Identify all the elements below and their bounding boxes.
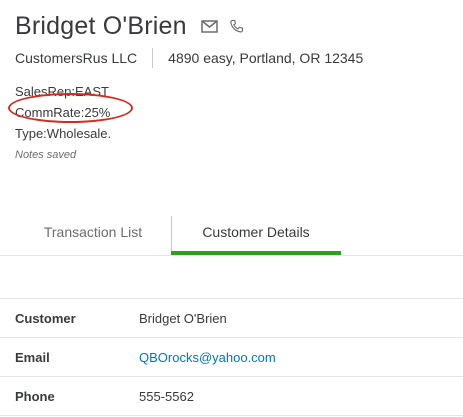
table-row: Phone 555-5562 xyxy=(0,376,463,416)
custom-fields: SalesRep:EAST CommRate:25% Type:Wholesal… xyxy=(15,81,111,144)
tab-bar: Transaction List Customer Details xyxy=(15,208,463,256)
row-label-phone: Phone xyxy=(15,388,55,404)
separator xyxy=(152,48,154,68)
tab-transaction-list[interactable]: Transaction List xyxy=(15,208,171,256)
salesrep-field: SalesRep:EAST xyxy=(15,84,109,99)
tab-customer-details[interactable]: Customer Details xyxy=(171,208,341,256)
phone-icon[interactable] xyxy=(228,18,245,35)
row-label-email: Email xyxy=(15,349,50,365)
customer-details-table: Customer Bridget O'Brien Email QBOrocks@… xyxy=(0,298,463,416)
row-value-customer: Bridget O'Brien xyxy=(139,310,227,326)
table-row: Customer Bridget O'Brien xyxy=(0,298,463,337)
company-name: CustomersRus LLC xyxy=(15,50,138,66)
row-value-phone: 555-5562 xyxy=(139,388,194,404)
customer-address: 4890 easy, Portland, OR 12345 xyxy=(168,50,364,66)
row-label-customer: Customer xyxy=(15,310,76,326)
customer-name: Bridget O'Brien xyxy=(15,12,187,40)
notes-status: Notes saved xyxy=(15,149,77,161)
type-field: Type:Wholesale. xyxy=(15,126,112,141)
email-link[interactable]: QBOrocks@yahoo.com xyxy=(139,350,276,365)
customer-header: Bridget O'Brien xyxy=(15,12,245,41)
table-row: Email QBOrocks@yahoo.com xyxy=(0,337,463,376)
commrate-field: CommRate:25% xyxy=(15,105,111,120)
envelope-icon[interactable] xyxy=(201,20,218,33)
company-address-line: CustomersRus LLC 4890 easy, Portland, OR… xyxy=(15,48,363,68)
tabs-divider-line xyxy=(0,255,463,256)
